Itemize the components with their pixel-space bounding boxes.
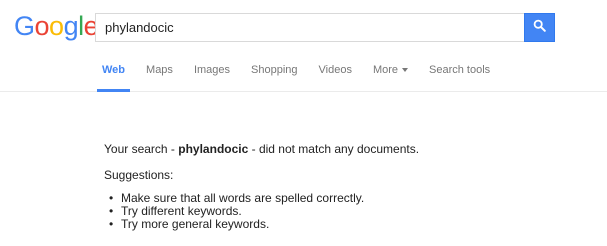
query-term: phylandocic	[178, 142, 249, 156]
caret-down-icon	[402, 68, 409, 72]
results-area: Your search - phylandocic - did not matc…	[104, 141, 419, 231]
search-button[interactable]	[524, 13, 555, 42]
no-results-prefix: Your search -	[104, 142, 179, 156]
search-input[interactable]	[95, 13, 525, 42]
tab-label: Images	[193, 64, 231, 76]
tab-web[interactable]: Web	[96, 58, 131, 92]
no-results-message: Your search - phylandocic - did not matc…	[104, 141, 419, 158]
tab-videos[interactable]: Videos	[319, 58, 352, 92]
suggestions-title: Suggestions:	[104, 168, 174, 182]
tab-label: Videos	[318, 64, 352, 76]
logo-letter: g	[63, 11, 79, 41]
suggestions-list: Make sure that all words are spelled cor…	[104, 192, 419, 232]
logo-letter: o	[49, 11, 64, 41]
header: Google Web Maps Images Shopping Videos M…	[0, 0, 607, 92]
tab-label: More	[372, 64, 399, 76]
logo-letter: G	[14, 11, 35, 41]
search-icon	[533, 19, 546, 37]
tab-label: Shopping	[251, 64, 298, 76]
tab-label: Search tools	[429, 64, 491, 76]
search-tabs: Web Maps Images Shopping Videos More Sea…	[96, 58, 511, 92]
logo-letter: o	[34, 11, 50, 41]
tab-label: Web	[102, 64, 126, 76]
suggestion-item: Try more general keywords.	[104, 218, 419, 232]
search-box	[95, 13, 555, 42]
tab-shopping[interactable]: Shopping	[251, 58, 298, 92]
google-logo[interactable]: Google	[14, 9, 99, 43]
tab-search-tools[interactable]: Search tools	[429, 58, 490, 92]
tab-maps[interactable]: Maps	[146, 58, 173, 92]
tab-more[interactable]: More	[372, 58, 409, 92]
tab-images[interactable]: Images	[194, 58, 230, 92]
tab-label: Maps	[146, 64, 173, 76]
no-results-suffix: - did not match any documents.	[248, 142, 420, 156]
